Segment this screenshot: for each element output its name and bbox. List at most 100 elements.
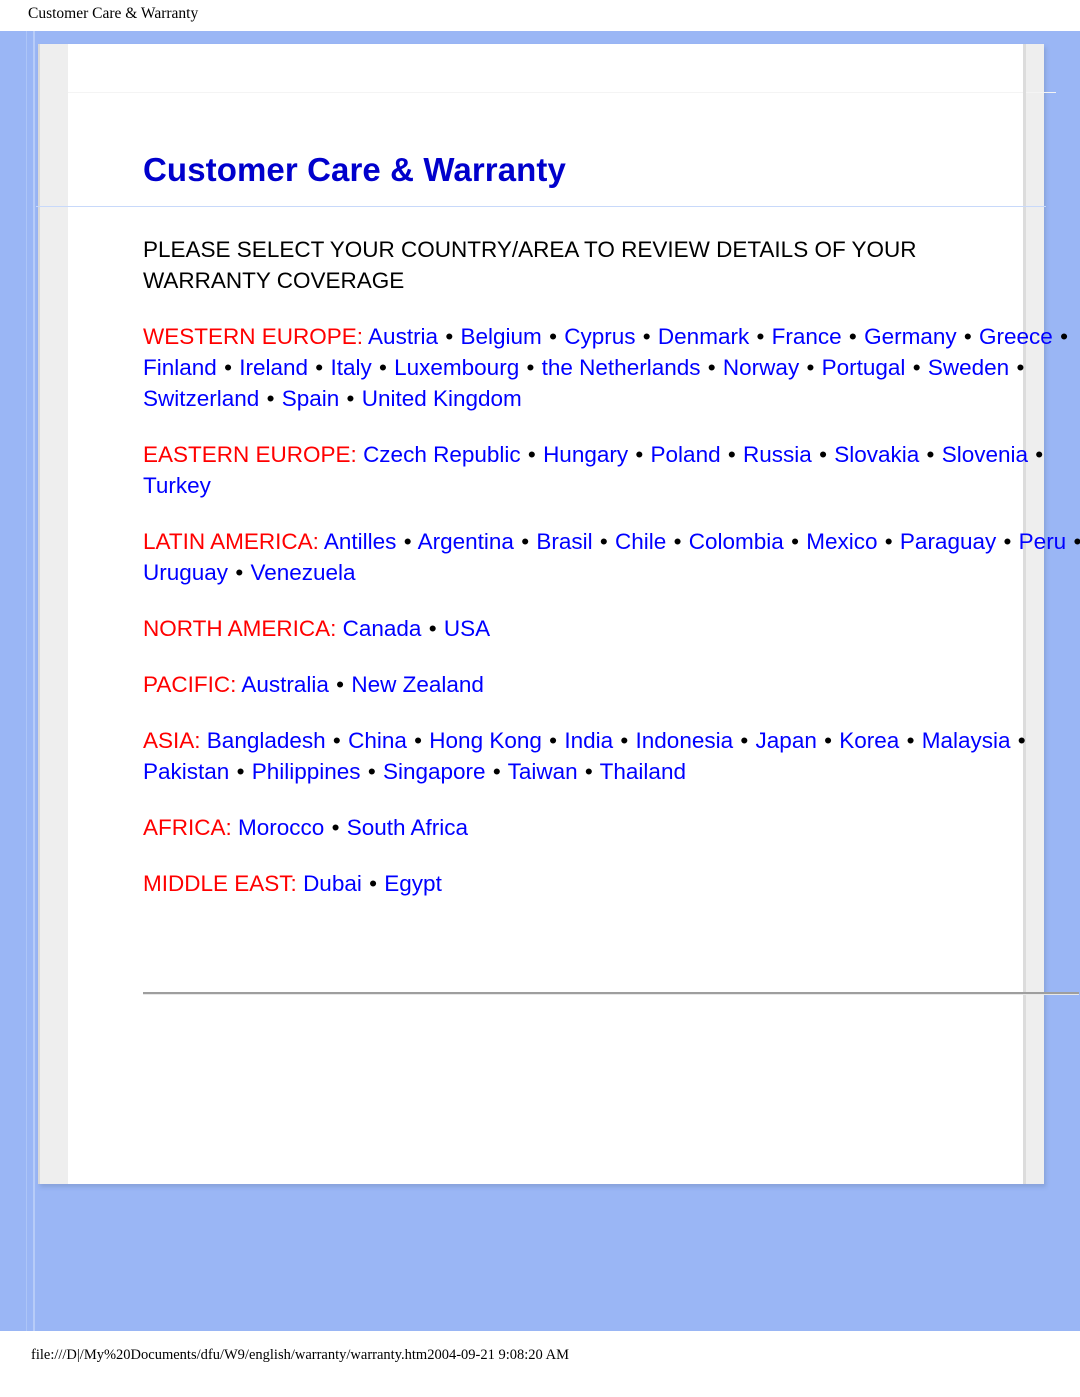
country-link[interactable]: Turkey (143, 473, 211, 498)
country-link[interactable]: Norway (723, 355, 799, 380)
bullet-separator-icon: • (642, 324, 651, 349)
country-link[interactable]: Egypt (384, 871, 442, 896)
bullet-separator-icon: • (740, 728, 749, 753)
country-link[interactable]: Italy (330, 355, 371, 380)
region-block: WESTERN EUROPE: Austria • Belgium • Cypr… (143, 321, 1080, 414)
bullet-separator-icon: • (620, 728, 629, 753)
country-link[interactable]: Taiwan (508, 759, 578, 784)
country-link[interactable]: Luxembourg (394, 355, 519, 380)
bullet-separator-icon: • (1035, 442, 1044, 467)
bullet-separator-icon: • (428, 616, 437, 641)
country-link[interactable]: Ireland (239, 355, 308, 380)
country-link[interactable]: Philippines (252, 759, 361, 784)
country-link[interactable]: United Kingdom (362, 386, 522, 411)
country-link[interactable]: Greece (979, 324, 1053, 349)
bullet-separator-icon: • (526, 355, 535, 380)
country-link[interactable]: Brasil (536, 529, 592, 554)
region-block: EASTERN EUROPE: Czech Republic • Hungary… (143, 439, 1080, 501)
country-link[interactable]: Malaysia (922, 728, 1011, 753)
country-link[interactable]: Mexico (806, 529, 877, 554)
region-label: WESTERN EUROPE: (143, 324, 364, 349)
country-link[interactable]: Paraguay (900, 529, 996, 554)
country-link[interactable]: Slovakia (834, 442, 919, 467)
print-header: Customer Care & Warranty (0, 0, 1080, 31)
country-link[interactable]: USA (444, 616, 490, 641)
page-instruction-text: PLEASE SELECT YOUR COUNTRY/AREA TO REVIE… (143, 237, 917, 293)
content-divider (143, 992, 1079, 995)
bullet-separator-icon: • (926, 442, 935, 467)
bullet-separator-icon: • (906, 728, 915, 753)
country-link[interactable]: Canada (343, 616, 422, 641)
country-link[interactable]: Argentina (418, 529, 514, 554)
bullet-separator-icon: • (414, 728, 423, 753)
country-link[interactable]: Japan (756, 728, 817, 753)
bullet-separator-icon: • (332, 728, 341, 753)
bullet-separator-icon: • (673, 529, 682, 554)
country-link[interactable]: India (564, 728, 613, 753)
country-link[interactable]: Switzerland (143, 386, 259, 411)
bullet-separator-icon: • (707, 355, 716, 380)
country-link[interactable]: Antilles (324, 529, 397, 554)
bullet-separator-icon: • (1072, 529, 1080, 554)
country-link[interactable]: Australia (241, 672, 329, 697)
bullet-separator-icon: • (549, 324, 557, 349)
bullet-separator-icon: • (599, 529, 608, 554)
country-link[interactable]: the Netherlands (542, 355, 701, 380)
region-block: ASIA: Bangladesh • China • Hong Kong • I… (143, 725, 1080, 787)
bullet-separator-icon: • (848, 324, 857, 349)
country-link[interactable]: Singapore (383, 759, 486, 784)
country-link[interactable]: Morocco (238, 815, 324, 840)
bullet-separator-icon: • (963, 324, 972, 349)
country-link[interactable]: Slovenia (942, 442, 1028, 467)
region-label: LATIN AMERICA: (143, 529, 319, 554)
country-link[interactable]: Pakistan (143, 759, 229, 784)
country-link[interactable]: Uruguay (143, 560, 228, 585)
country-link[interactable]: Spain (282, 386, 340, 411)
bullet-separator-icon: • (791, 529, 799, 554)
country-link[interactable]: Cyprus (564, 324, 635, 349)
gutter-seam-left-inner (33, 31, 35, 1331)
country-link[interactable]: Austria (368, 324, 438, 349)
country-link[interactable]: Thailand (600, 759, 686, 784)
country-link[interactable]: Hong Kong (429, 728, 542, 753)
print-header-title: Customer Care & Warranty (28, 5, 199, 22)
bullet-separator-icon: • (224, 355, 232, 380)
country-link[interactable]: Colombia (689, 529, 784, 554)
bullet-separator-icon: • (236, 759, 245, 784)
country-link[interactable]: Germany (864, 324, 957, 349)
country-link[interactable]: Bangladesh (207, 728, 326, 753)
document-page: Customer Care & Warranty PLEASE SELECT Y… (68, 44, 1080, 1184)
document-panel: Customer Care & Warranty PLEASE SELECT Y… (38, 44, 1080, 1184)
country-link[interactable]: South Africa (347, 815, 468, 840)
country-link[interactable]: Peru (1019, 529, 1067, 554)
country-link[interactable]: Indonesia (636, 728, 734, 753)
country-link[interactable]: France (772, 324, 842, 349)
bullet-separator-icon: • (819, 442, 827, 467)
country-link[interactable]: Czech Republic (363, 442, 521, 467)
country-link[interactable]: Poland (651, 442, 721, 467)
country-link[interactable]: Chile (615, 529, 666, 554)
region-label: PACIFIC: (143, 672, 237, 697)
bullet-separator-icon: • (824, 728, 833, 753)
bullet-separator-icon: • (492, 759, 501, 784)
region-list: WESTERN EUROPE: Austria • Belgium • Cypr… (143, 321, 1080, 924)
country-link[interactable]: Russia (743, 442, 812, 467)
region-block: LATIN AMERICA: Antilles • Argentina • Br… (143, 526, 1080, 588)
bullet-separator-icon: • (369, 871, 378, 896)
country-link[interactable]: Dubai (303, 871, 362, 896)
country-link[interactable]: Korea (839, 728, 899, 753)
region-label: EASTERN EUROPE: (143, 442, 357, 467)
country-link[interactable]: Finland (143, 355, 217, 380)
country-link[interactable]: New Zealand (351, 672, 484, 697)
country-link[interactable]: Belgium (461, 324, 542, 349)
country-link[interactable]: Portugal (822, 355, 906, 380)
country-link[interactable]: Hungary (543, 442, 628, 467)
bullet-separator-icon: • (336, 672, 345, 697)
country-link[interactable]: Venezuela (250, 560, 355, 585)
document-panel-bevel: Customer Care & Warranty PLEASE SELECT Y… (38, 44, 1080, 1184)
country-link[interactable]: Denmark (658, 324, 749, 349)
bullet-separator-icon: • (1017, 728, 1026, 753)
country-link[interactable]: Sweden (928, 355, 1009, 380)
country-link[interactable]: China (348, 728, 407, 753)
bullet-separator-icon: • (346, 386, 355, 411)
